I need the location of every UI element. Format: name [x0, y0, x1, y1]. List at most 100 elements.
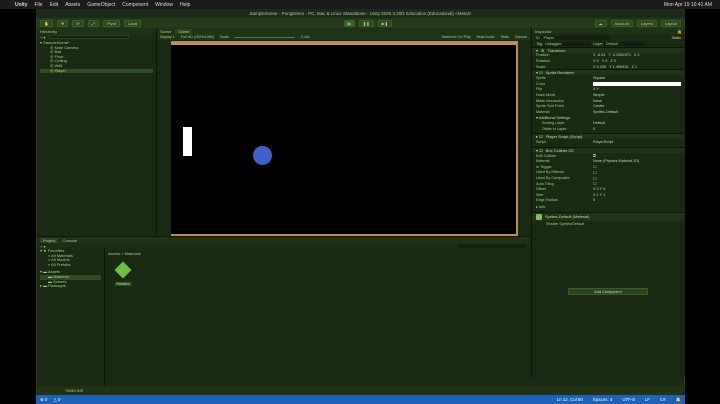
- layer-dropdown[interactable]: Default: [603, 41, 644, 46]
- resolution-dropdown[interactable]: Full HD (1920x1080): [181, 35, 214, 39]
- edge-radius-field[interactable]: 0: [593, 198, 595, 202]
- pivot-button[interactable]: Pivot: [102, 19, 120, 27]
- bc-material-field[interactable]: None (Physics Material 2D): [593, 159, 639, 163]
- color-swatch[interactable]: [593, 81, 681, 86]
- gameobject-name-field[interactable]: Player: [540, 35, 611, 40]
- shader-dropdown[interactable]: Sprites/Default: [559, 222, 584, 226]
- lock-icon[interactable]: 🔒: [677, 29, 682, 34]
- flip-toggles[interactable]: X Y: [593, 87, 599, 91]
- sprite-sort-point-dropdown[interactable]: Center: [593, 104, 604, 108]
- rotate-tool-icon[interactable]: ⟳: [72, 19, 84, 27]
- layers-dropdown[interactable]: Layers: [636, 19, 657, 27]
- move-tool-icon[interactable]: ✥: [56, 19, 69, 27]
- offset-field[interactable]: X 0 Y 0: [593, 187, 605, 191]
- rotation-z[interactable]: Z 0: [610, 59, 616, 63]
- hierarchy-search-input[interactable]: [49, 34, 130, 40]
- hand-tool-icon[interactable]: ✋: [40, 19, 53, 27]
- info-foldout[interactable]: ▸ Info: [536, 204, 545, 209]
- local-button[interactable]: Local: [123, 19, 142, 27]
- scale-z[interactable]: Z 1: [631, 65, 637, 69]
- pause-button[interactable]: ❚❚: [358, 19, 374, 27]
- mask-interaction-dropdown[interactable]: None: [593, 99, 602, 103]
- tab-project[interactable]: Project: [40, 237, 59, 243]
- auto-tiling-checkbox[interactable]: ☐: [593, 181, 596, 186]
- layout-dropdown[interactable]: Layout: [660, 19, 681, 27]
- maximize-on-play-toggle[interactable]: Maximize On Play: [442, 35, 471, 39]
- is-trigger-checkbox[interactable]: ☐: [593, 164, 596, 169]
- order-in-layer-field[interactable]: 0: [593, 127, 595, 131]
- mask-interaction-label: Mask Interaction: [536, 98, 564, 103]
- asset-tile[interactable]: Paddles: [110, 260, 136, 288]
- game-toolbar: Display 1 Full HD (1920x1080) Scale 0.44…: [157, 34, 530, 40]
- menu-help[interactable]: Help: [180, 2, 190, 8]
- tab-game[interactable]: Game: [175, 28, 193, 34]
- used-by-composite-checkbox[interactable]: ☐: [593, 176, 596, 181]
- hierarchy-tab-label: Hierarchy: [40, 28, 58, 34]
- menu-app-name[interactable]: Unity: [15, 2, 28, 8]
- status-bar: ⊗ 0 △ 0 Ln 12, Col 50 Spaces: 4 UTF-8 LF…: [36, 395, 685, 404]
- gizmos-dropdown[interactable]: Gizmos: [515, 35, 527, 39]
- sprite-label: Sprite: [536, 76, 546, 81]
- cursor-position[interactable]: Ln 12, Col 50: [557, 397, 583, 403]
- game-viewport[interactable]: [171, 41, 518, 236]
- scale-x[interactable]: X 0.435: [593, 65, 606, 69]
- material-field[interactable]: Sprites-Default: [593, 110, 618, 114]
- play-button[interactable]: ▶: [343, 19, 355, 27]
- display-dropdown[interactable]: Display 1: [160, 35, 175, 39]
- stats-toggle[interactable]: Stats: [501, 35, 509, 39]
- sprite-field[interactable]: Square: [593, 76, 605, 80]
- edit-collider-button[interactable]: ⧉: [593, 154, 596, 158]
- scale-tool-icon[interactable]: ⤢: [87, 19, 99, 27]
- tab-scene[interactable]: Scene: [160, 29, 171, 34]
- timeline-bar[interactable]: TIMELINE: [37, 386, 685, 395]
- flip-label: Flip: [536, 87, 543, 92]
- tab-console[interactable]: Console: [62, 238, 77, 243]
- indentation[interactable]: Spaces: 4: [593, 397, 613, 403]
- project-folder-tree: ▾ ★ Favorites ⌕ All Materials ⌕ All Mode…: [37, 248, 105, 386]
- scale-y[interactable]: Y 1.496326: [609, 65, 628, 69]
- used-by-composite-label: Used By Composite: [536, 176, 570, 181]
- menu-assets[interactable]: Assets: [65, 2, 80, 8]
- project-search-input[interactable]: [457, 244, 527, 248]
- inspector-tab[interactable]: Inspector: [535, 29, 551, 34]
- menu-file[interactable]: File: [35, 2, 43, 8]
- script-field[interactable]: PlayerScript: [593, 140, 613, 144]
- create-plus-icon[interactable]: + ▾: [40, 35, 45, 40]
- additional-settings-foldout[interactable]: ▾ Additional Settings: [536, 115, 570, 120]
- position-x[interactable]: X -8.04: [593, 53, 605, 57]
- step-button[interactable]: ▶❚: [377, 19, 393, 27]
- warning-count[interactable]: △ 0: [53, 397, 60, 403]
- add-component-button[interactable]: Add Component: [568, 288, 648, 295]
- account-dropdown[interactable]: Account: [610, 19, 633, 27]
- menu-edit[interactable]: Edit: [50, 2, 59, 8]
- position-y[interactable]: Y -0.2062371: [608, 53, 631, 57]
- scale-slider[interactable]: [234, 36, 295, 38]
- language-mode[interactable]: C#: [660, 397, 666, 403]
- collab-icon[interactable]: ☁: [594, 19, 607, 27]
- mute-audio-toggle[interactable]: Mute Audio: [477, 35, 495, 39]
- line-ending[interactable]: LF: [645, 397, 650, 403]
- bell-icon[interactable]: 🔔: [676, 397, 681, 403]
- ball: [253, 146, 272, 165]
- menu-gameobject[interactable]: GameObject: [87, 2, 115, 8]
- order-in-layer-label: Order in Layer: [542, 126, 567, 131]
- menu-window[interactable]: Window: [155, 2, 173, 8]
- position-z[interactable]: Z 0: [634, 53, 640, 57]
- menu-component[interactable]: Component: [122, 2, 148, 8]
- packages-foldout[interactable]: ▸ ▬ Packages: [40, 283, 101, 289]
- tree-item-player[interactable]: ◎ Player: [40, 68, 153, 74]
- project-panel: Project Console + ▾: [37, 236, 530, 386]
- gameobject-active-checkbox[interactable]: ☑: [536, 35, 539, 40]
- material-header[interactable]: Sprites-Default (Material): [532, 211, 685, 221]
- encoding[interactable]: UTF-8: [622, 397, 634, 403]
- rotation-x[interactable]: X 0: [593, 59, 599, 63]
- size-field[interactable]: X 1 Y 1: [593, 193, 605, 197]
- window-title: SampleScene - PongDemo - PC, Mac & Linux…: [36, 9, 685, 18]
- used-by-effector-checkbox[interactable]: ☐: [593, 170, 596, 175]
- sorting-layer-dropdown[interactable]: Default: [593, 121, 605, 125]
- draw-mode-dropdown[interactable]: Simple: [593, 93, 605, 97]
- static-toggle[interactable]: Static: [672, 36, 682, 40]
- tag-dropdown[interactable]: Untagged: [543, 41, 592, 46]
- error-count[interactable]: ⊗ 0: [40, 397, 47, 403]
- rotation-y[interactable]: Y 0: [602, 59, 608, 63]
